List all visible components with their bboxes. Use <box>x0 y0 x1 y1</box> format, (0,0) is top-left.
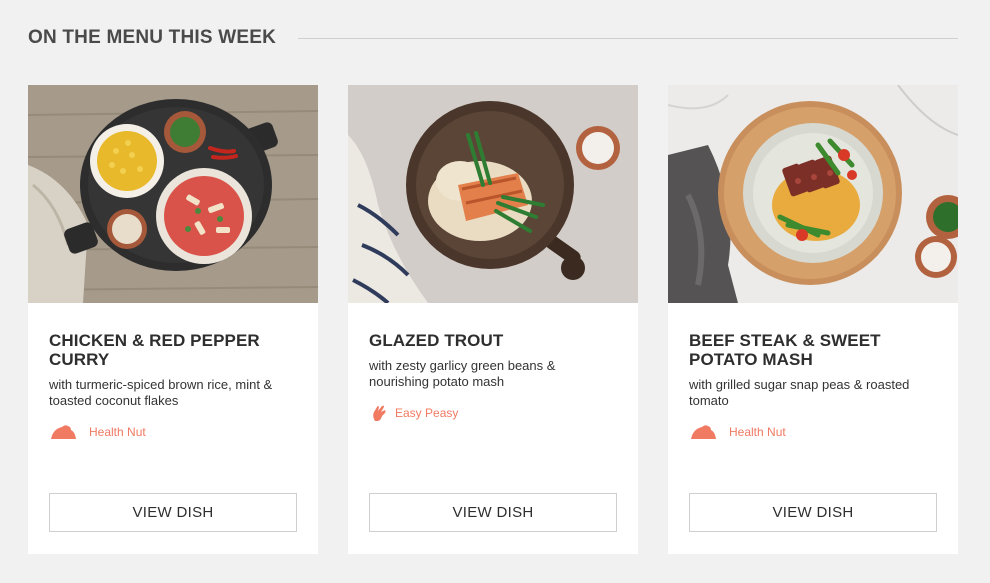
dish-description: with zesty garlicy green beans & nourish… <box>369 358 556 389</box>
dish-card-body: BEEF STEAK & SWEET POTATO MASH with gril… <box>689 331 937 441</box>
dish-image-glazed-trout[interactable] <box>348 85 638 303</box>
health-nut-icon <box>691 425 716 439</box>
dish-title[interactable]: BEEF STEAK & SWEET POTATO MASH <box>689 331 937 369</box>
dish-card: BEEF STEAK & SWEET POTATO MASH with gril… <box>668 85 958 554</box>
easy-peasy-icon <box>373 405 386 421</box>
dish-image-beef-steak[interactable] <box>668 85 958 303</box>
section-divider <box>298 37 958 39</box>
dish-cards: CHICKEN & RED PEPPER CURRY with turmeric… <box>28 85 958 554</box>
dish-description: with grilled sugar snap peas & roasted t… <box>689 377 910 408</box>
dish-title[interactable]: CHICKEN & RED PEPPER CURRY <box>49 331 297 369</box>
health-nut-icon <box>51 425 76 439</box>
dish-image-chicken-curry[interactable] <box>28 85 318 303</box>
section-title: ON THE MENU THIS WEEK <box>28 27 277 48</box>
dish-card-body: GLAZED TROUT with zesty garlicy green be… <box>369 331 617 422</box>
dish-tag-label: Health Nut <box>729 425 786 439</box>
dish-description: with turmeric-spiced brown rice, mint & … <box>49 377 273 408</box>
dish-tag: Health Nut <box>689 423 937 441</box>
dish-tag-label: Health Nut <box>89 425 146 439</box>
dish-tag-label: Easy Peasy <box>395 406 459 420</box>
dish-card-body: CHICKEN & RED PEPPER CURRY with turmeric… <box>49 331 297 441</box>
dish-tag: Easy Peasy <box>369 404 617 422</box>
dish-tag: Health Nut <box>49 423 297 441</box>
section-header: ON THE MENU THIS WEEK <box>28 24 958 52</box>
view-dish-button[interactable]: VIEW DISH <box>49 493 297 532</box>
view-dish-button[interactable]: VIEW DISH <box>689 493 937 532</box>
dish-title[interactable]: GLAZED TROUT <box>369 331 617 350</box>
dish-card: GLAZED TROUT with zesty garlicy green be… <box>348 85 638 554</box>
view-dish-button[interactable]: VIEW DISH <box>369 493 617 532</box>
dish-card: CHICKEN & RED PEPPER CURRY with turmeric… <box>28 85 318 554</box>
